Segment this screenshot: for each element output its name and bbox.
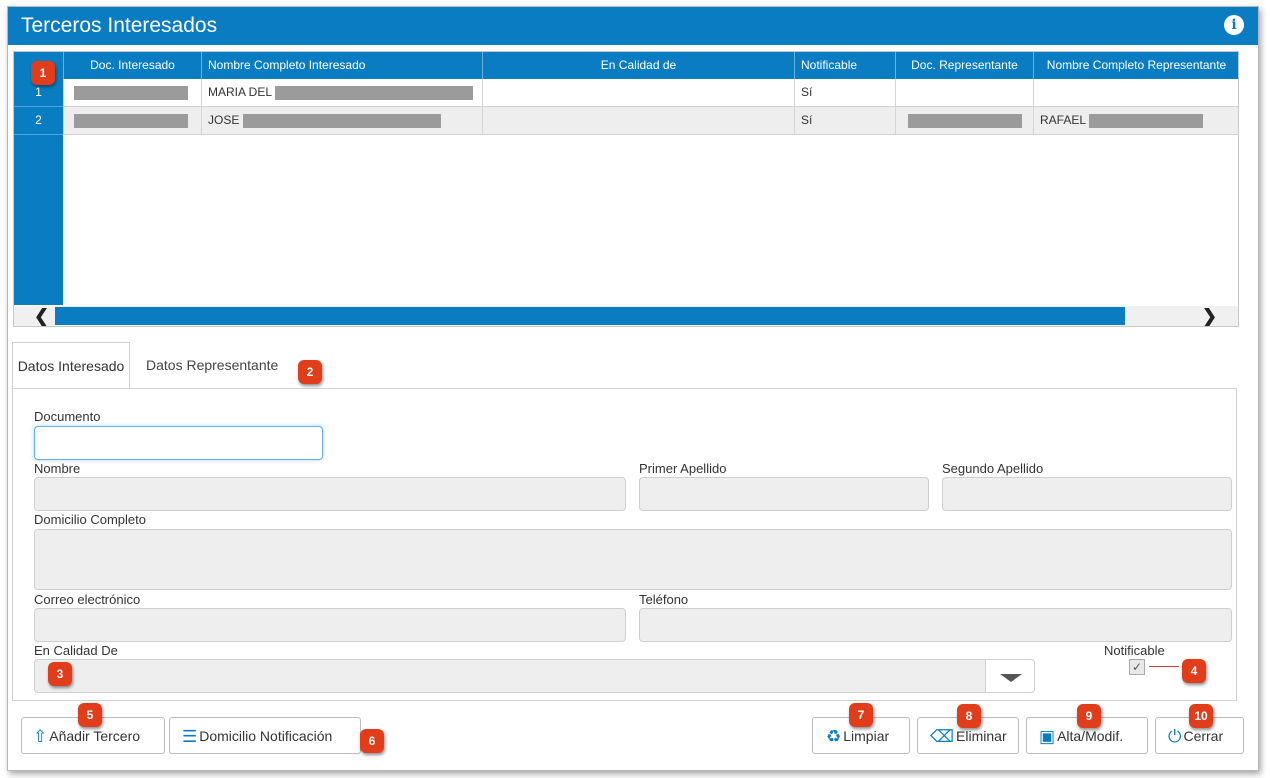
primer-apellido-input[interactable] xyxy=(639,477,929,511)
limpiar-label: Limpiar xyxy=(843,727,890,744)
domicilio-notificacion-label: Domicilio Notificación xyxy=(199,727,333,744)
form-panel: Documento Nombre Primer Apellido Segundo… xyxy=(12,388,1237,701)
title-bar: Terceros Interesados i xyxy=(8,7,1258,45)
segundo-apellido-label: Segundo Apellido xyxy=(942,461,1044,476)
calidad-dropdown-button[interactable] xyxy=(985,659,1035,693)
col-doc-representante[interactable]: Doc. Representante xyxy=(895,52,1033,79)
cell-doc-representante xyxy=(895,107,1033,134)
notificable-checkbox[interactable]: ✓ xyxy=(1129,659,1145,675)
row-number: 2 xyxy=(14,107,63,135)
nombre-input[interactable] xyxy=(34,477,626,511)
callout-badge-1: 1 xyxy=(31,61,55,85)
domicilio-textarea[interactable] xyxy=(34,529,1232,590)
documento-input[interactable] xyxy=(34,426,326,461)
cell-nombre-text: MARIA DEL xyxy=(208,85,272,99)
telefono-input[interactable] xyxy=(639,608,1232,642)
col-nombre-representante[interactable]: Nombre Completo Representante xyxy=(1033,52,1238,79)
notificable-label: Notificable xyxy=(1104,643,1165,658)
anadir-tercero-label: Añadir Tercero xyxy=(49,727,141,744)
horizontal-scrollbar[interactable]: ❮ ❯ xyxy=(14,306,1238,326)
cell-calidad xyxy=(482,79,794,106)
calidad-select[interactable] xyxy=(34,659,986,693)
redacted-block xyxy=(74,113,188,128)
address-icon: ☰ xyxy=(182,726,198,746)
cell-doc-interesado xyxy=(63,79,201,106)
eliminar-label: Eliminar xyxy=(956,727,1007,744)
info-icon[interactable]: i xyxy=(1224,15,1244,35)
redacted-block xyxy=(74,85,188,100)
power-icon: ⏻ xyxy=(1168,726,1182,746)
callout-badge-9: 9 xyxy=(1077,704,1101,728)
callout-badge-10: 10 xyxy=(1189,704,1213,728)
callout-badge-3: 3 xyxy=(48,662,72,686)
redacted-block xyxy=(242,113,441,128)
scrollbar-thumb[interactable] xyxy=(55,307,1125,325)
cell-notificable: Sí xyxy=(794,107,895,134)
col-doc-interesado[interactable]: Doc. Interesado xyxy=(63,52,201,79)
correo-label: Correo electrónico xyxy=(34,592,141,607)
save-icon: ▣ xyxy=(1039,726,1056,746)
grid-header: Doc. Interesado Nombre Completo Interesa… xyxy=(14,52,1238,79)
cell-nombre-representante xyxy=(1033,79,1238,106)
scroll-right-icon[interactable]: ❯ xyxy=(1202,306,1217,326)
cell-doc-interesado xyxy=(63,107,201,134)
cell-nombre-representante: RAFAEL xyxy=(1033,107,1238,134)
callout-line xyxy=(1149,666,1179,667)
table-row[interactable]: 1 MARIA DEL Sí xyxy=(14,79,1238,107)
callout-badge-2: 2 xyxy=(298,360,322,384)
table-row[interactable]: 2 JOSE Sí RAFAEL xyxy=(14,107,1238,135)
callout-badge-5: 5 xyxy=(78,703,102,727)
cell-nombre-text: JOSE xyxy=(208,113,240,127)
scroll-left-icon[interactable]: ❮ xyxy=(34,306,49,326)
cell-nombre-interesado: MARIA DEL xyxy=(201,79,482,106)
tab-datos-representante[interactable]: Datos Representante xyxy=(140,342,284,388)
col-calidad[interactable]: En Calidad de xyxy=(482,52,794,79)
tab-datos-interesado[interactable]: Datos Interesado xyxy=(12,342,130,389)
col-notificable[interactable]: Notificable xyxy=(794,52,894,79)
segundo-apellido-input[interactable] xyxy=(942,477,1232,511)
redacted-block xyxy=(274,85,473,100)
add-user-icon: ⇧ xyxy=(33,726,48,746)
domicilio-notificacion-button[interactable]: ☰ Domicilio Notificación xyxy=(169,717,361,754)
alta-modif-label: Alta/Modif. xyxy=(1057,727,1124,744)
cell-calidad xyxy=(482,107,794,134)
cell-rep-nombre-text: RAFAEL xyxy=(1040,113,1086,127)
callout-badge-7: 7 xyxy=(849,703,873,727)
correo-input[interactable] xyxy=(34,608,626,642)
callout-badge-4: 4 xyxy=(1182,659,1206,683)
nombre-label: Nombre xyxy=(34,461,81,476)
eraser-icon: ⌫ xyxy=(930,726,955,746)
dialog-title: Terceros Interesados xyxy=(21,14,218,37)
callout-badge-8: 8 xyxy=(957,704,981,728)
redacted-block xyxy=(908,113,1022,128)
chevron-down-icon xyxy=(1000,674,1022,682)
cell-notificable: Sí xyxy=(794,79,895,106)
trash-icon: ♻ xyxy=(826,726,842,746)
documento-label: Documento xyxy=(34,409,101,424)
documento-text-input[interactable] xyxy=(35,427,326,461)
telefono-label: Teléfono xyxy=(639,592,689,607)
domicilio-label: Domicilio Completo xyxy=(34,512,146,527)
primer-apellido-label: Primer Apellido xyxy=(639,461,727,476)
cell-doc-representante xyxy=(895,79,1033,106)
cerrar-label: Cerrar xyxy=(1183,727,1224,744)
terceros-grid: Doc. Interesado Nombre Completo Interesa… xyxy=(13,51,1239,327)
redacted-block xyxy=(1088,113,1203,128)
calidad-label: En Calidad De xyxy=(34,643,118,658)
col-nombre-interesado[interactable]: Nombre Completo Interesado xyxy=(201,52,481,79)
cell-nombre-interesado: JOSE xyxy=(201,107,482,134)
callout-badge-6: 6 xyxy=(360,729,384,753)
